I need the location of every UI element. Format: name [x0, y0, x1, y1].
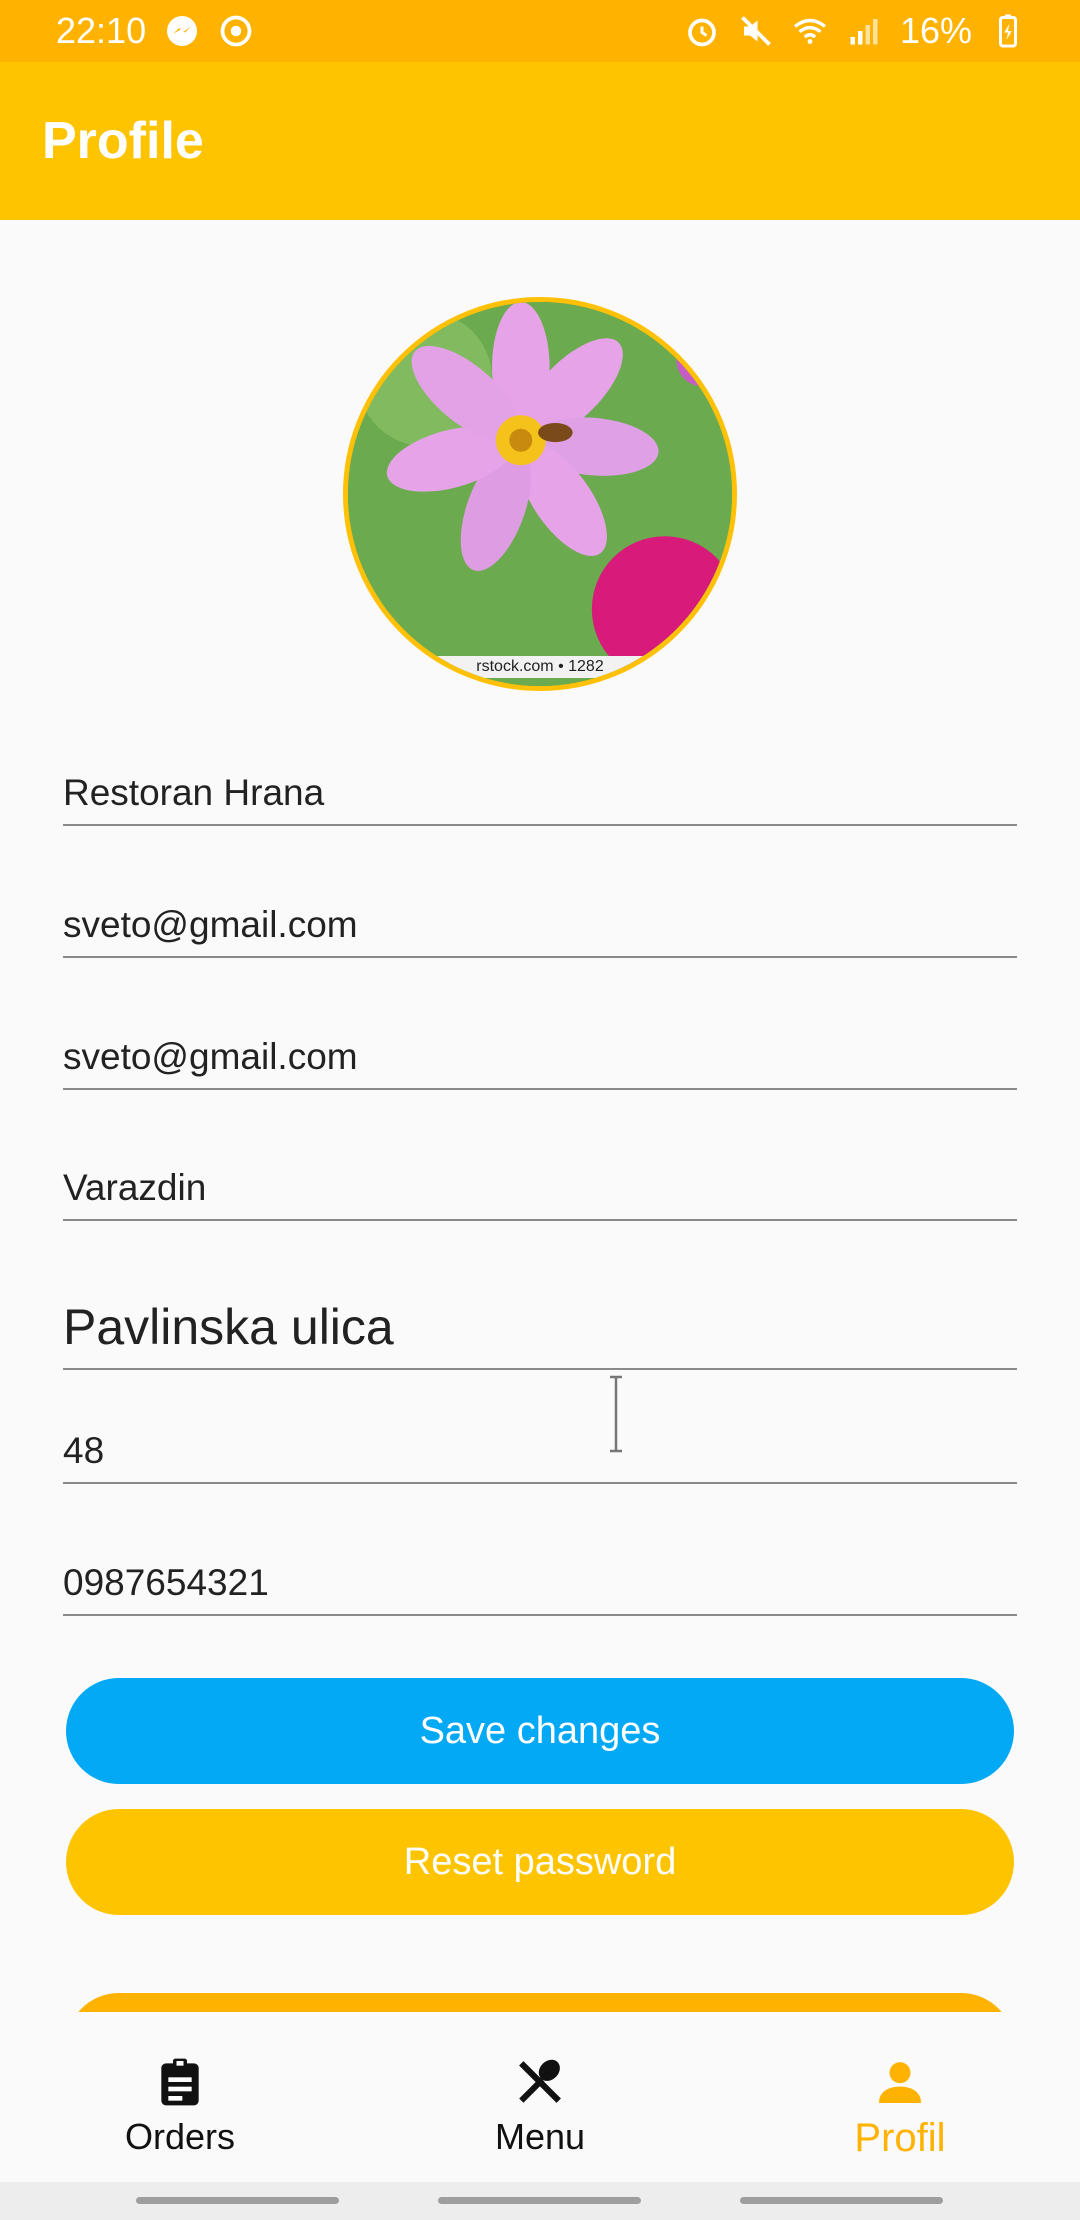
street-input[interactable] [63, 1298, 1017, 1356]
email-field[interactable] [63, 904, 1017, 958]
nav-item-profil[interactable]: Profil [720, 2012, 1080, 2182]
person-icon [879, 2062, 921, 2103]
battery-icon [999, 14, 1017, 48]
phone-field[interactable] [63, 1562, 1017, 1616]
phone-input[interactable] [63, 1562, 1017, 1604]
system-navigation-bar [0, 2182, 1080, 2220]
nav-item-menu[interactable]: Menu [360, 2012, 720, 2182]
city-input[interactable] [63, 1167, 1017, 1209]
nav-label-profil: Profil [854, 2116, 946, 2160]
flower-image [348, 302, 732, 686]
clipboard-icon [161, 2058, 199, 2106]
street-field[interactable] [63, 1298, 1017, 1370]
house-number-input[interactable] [63, 1430, 1017, 1472]
profile-avatar[interactable]: rstock.com • 1282 [343, 297, 737, 691]
city-field[interactable] [63, 1167, 1017, 1221]
nav-item-orders[interactable]: Orders [0, 2012, 360, 2182]
image-watermark: rstock.com • 1282 [348, 656, 732, 678]
email-confirm-field[interactable] [63, 1036, 1017, 1090]
email-input[interactable] [63, 904, 1017, 946]
battery-percent: 16% [899, 10, 972, 51]
bottom-navigation: Orders Menu Profil [0, 2012, 1080, 2182]
wifi-icon [793, 18, 826, 44]
nav-label-menu: Menu [494, 2116, 586, 2157]
status-bar: 22:10 16% [0, 0, 1080, 62]
save-changes-button[interactable]: Save changes [66, 1678, 1014, 1784]
reset-password-button[interactable]: Reset password [66, 1809, 1014, 1915]
mute-icon [741, 16, 771, 46]
email-confirm-input[interactable] [63, 1036, 1017, 1078]
utensils-icon [519, 2059, 561, 2103]
alarm-icon [688, 18, 716, 47]
text-cursor-icon [610, 1375, 622, 1453]
status-time: 22:10 [56, 10, 147, 51]
app-bar: Profile [0, 62, 1080, 220]
house-number-field[interactable] [63, 1430, 1017, 1484]
status-right: 16% [684, 10, 1026, 52]
restaurant-name-input[interactable] [63, 772, 1017, 814]
nav-label-orders: Orders [124, 2116, 236, 2157]
system-recents-handle[interactable] [740, 2197, 943, 2204]
signal-icon [850, 19, 878, 45]
status-left: 22:10 [56, 10, 254, 52]
restaurant-name-field[interactable] [63, 772, 1017, 826]
sync-icon [220, 15, 252, 47]
system-home-handle[interactable] [438, 2197, 641, 2204]
messenger-icon [167, 16, 198, 46]
page-title: Profile [42, 112, 204, 170]
system-back-handle[interactable] [136, 2197, 339, 2204]
